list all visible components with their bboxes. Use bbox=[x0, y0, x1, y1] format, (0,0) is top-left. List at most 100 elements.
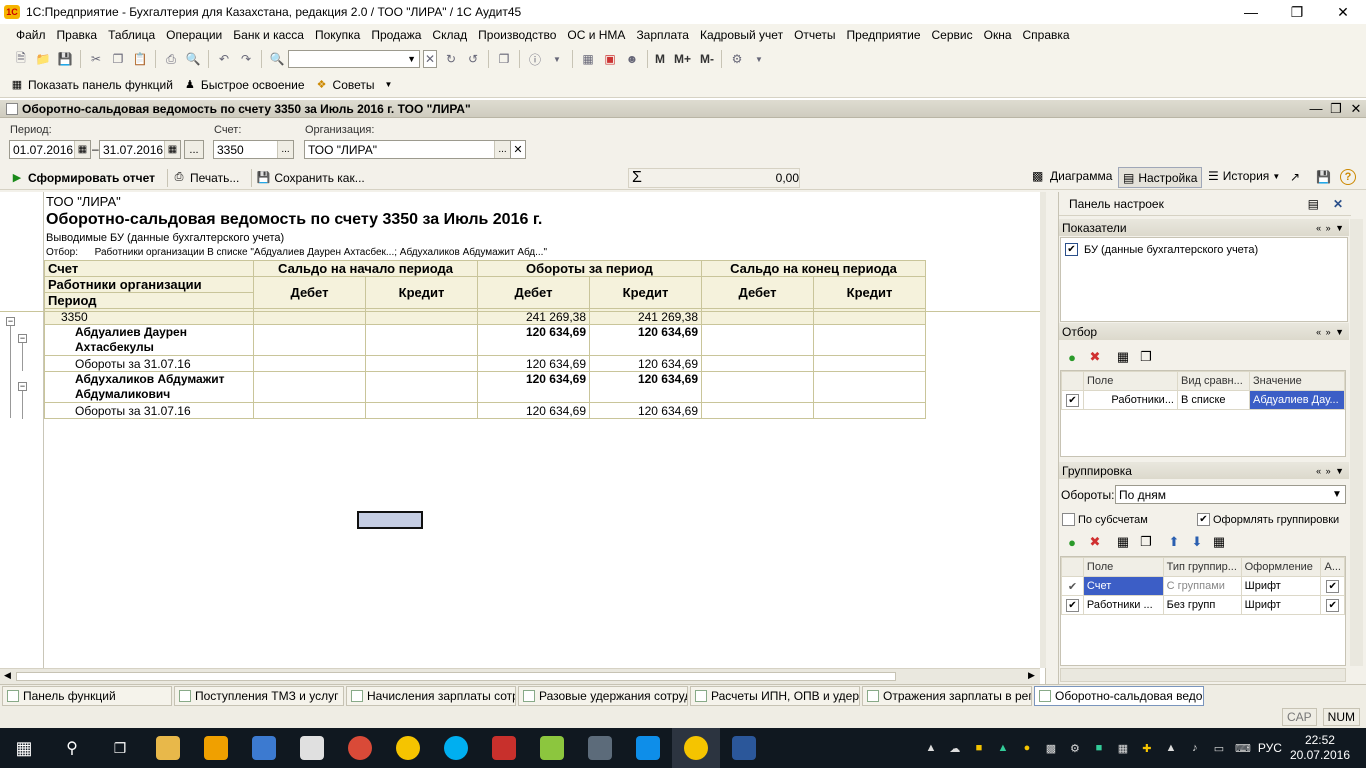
scroll-right-icon[interactable]: ▶ bbox=[1028, 670, 1035, 681]
menu-bank[interactable]: Банк и касса bbox=[233, 28, 304, 42]
turnovers-select[interactable]: По дням ▼ bbox=[1115, 485, 1346, 504]
tools-icon[interactable]: ⚙ bbox=[729, 51, 745, 67]
print-icon[interactable]: ⎙ bbox=[163, 51, 179, 67]
menu-hr[interactable]: Кадровый учет bbox=[700, 28, 783, 42]
horizontal-scrollbar[interactable]: ◀ ▶ bbox=[0, 668, 1040, 684]
format-groups-checkbox[interactable]: ✔ bbox=[1197, 513, 1210, 526]
delete-icon[interactable]: ✖ bbox=[1087, 349, 1103, 365]
selected-cell[interactable] bbox=[357, 511, 423, 529]
calendar-icon[interactable]: ▦ bbox=[164, 141, 180, 158]
tray-icon[interactable]: ☁ bbox=[946, 739, 964, 757]
vertical-scrollbar[interactable] bbox=[1040, 192, 1046, 668]
account-select-button[interactable]: ... bbox=[277, 141, 293, 158]
chevron-down-icon[interactable]: ▼ bbox=[404, 54, 419, 64]
redo-icon[interactable]: ↷ bbox=[238, 51, 254, 67]
add-icon[interactable]: ● bbox=[1064, 534, 1080, 550]
tray-icon[interactable]: ■ bbox=[970, 739, 988, 757]
start-button[interactable]: ▦ bbox=[0, 728, 48, 768]
indicator-item[interactable]: ✔ БУ (данные бухгалтерского учета) bbox=[1061, 238, 1347, 256]
clock[interactable]: 22:52 20.07.2016 bbox=[1290, 733, 1350, 763]
menu-warehouse[interactable]: Склад bbox=[432, 28, 467, 42]
tray-icon[interactable]: ▲ bbox=[922, 739, 940, 757]
collapse-arrows-icon[interactable]: « » ▼ bbox=[1316, 466, 1349, 476]
tray-icon[interactable]: ● bbox=[1018, 739, 1036, 757]
tray-icon[interactable]: ✚ bbox=[1138, 739, 1156, 757]
restore-button[interactable]: ❐ bbox=[1274, 0, 1320, 24]
tab-salary-reflection[interactable]: Отражения зарплаты в рег... bbox=[862, 685, 1032, 706]
tab-functions-panel[interactable]: Панель функций bbox=[2, 685, 172, 706]
calendar-icon[interactable]: ▦ bbox=[74, 141, 90, 158]
taskbar-app-red[interactable] bbox=[480, 728, 528, 768]
new-document-icon[interactable]: 🗎 bbox=[13, 51, 29, 67]
scrollbar-thumb[interactable] bbox=[16, 672, 896, 681]
table-row[interactable]: Абдухаликов Абдумажит Абдумаликович 120 … bbox=[44, 371, 926, 403]
panel-vertical-scrollbar[interactable] bbox=[1350, 219, 1363, 666]
save-icon[interactable]: 💾 bbox=[57, 51, 73, 67]
chevron-down-icon[interactable]: ▼ bbox=[1329, 486, 1345, 503]
paste-icon[interactable]: 📋 bbox=[132, 51, 148, 67]
close-icon[interactable]: ✕ bbox=[1333, 197, 1343, 211]
collapse-arrows-icon[interactable]: « » ▼ bbox=[1316, 327, 1349, 337]
collapse-group-icon[interactable]: − bbox=[18, 334, 27, 343]
menu-operations[interactable]: Операции bbox=[166, 28, 222, 42]
grouping-section-header[interactable]: Группировка « » ▼ bbox=[1059, 462, 1349, 479]
task-view-button[interactable]: ❐ bbox=[96, 728, 144, 768]
save-settings-icon[interactable]: 💾 bbox=[1316, 170, 1331, 184]
print-preview-icon[interactable]: 🔍 bbox=[185, 51, 201, 67]
table-row[interactable]: ✔ Работники... В списке Абдуалиев Дау... bbox=[1061, 390, 1345, 410]
select-all-icon[interactable]: ▦ bbox=[1115, 349, 1131, 365]
taskbar-explorer[interactable] bbox=[144, 728, 192, 768]
open-folder-icon[interactable]: 📁 bbox=[35, 51, 51, 67]
close-button[interactable]: ✕ bbox=[1320, 0, 1366, 24]
copy-icon[interactable]: ❐ bbox=[110, 51, 126, 67]
table-row[interactable]: ✔ Работники ... Без групп Шрифт ✔ bbox=[1061, 595, 1345, 615]
collapse-arrows-icon[interactable]: « » ▼ bbox=[1316, 223, 1349, 233]
chevron-down-icon[interactable]: ▼ bbox=[751, 51, 767, 67]
search-button[interactable]: ⚲ bbox=[48, 728, 96, 768]
filter-checkbox[interactable]: ✔ bbox=[1061, 390, 1084, 410]
search-input[interactable]: ▼ bbox=[288, 50, 420, 68]
checkbox-checked-icon[interactable]: ✔ bbox=[1326, 598, 1340, 612]
taskbar-chrome[interactable] bbox=[336, 728, 384, 768]
tips-button[interactable]: ❖ Советы ▼ bbox=[315, 78, 393, 92]
chevron-down-icon[interactable]: ▼ bbox=[385, 80, 393, 89]
tray-icon[interactable]: ⚙ bbox=[1066, 739, 1084, 757]
tab-deductions[interactable]: Разовые удержания сотруд... bbox=[518, 685, 688, 706]
organization-field[interactable]: ТОО "ЛИРА" ... bbox=[304, 140, 511, 159]
calculator-icon[interactable]: ▦ bbox=[580, 51, 596, 67]
memory-store-button[interactable]: M bbox=[655, 51, 665, 67]
settings-button[interactable]: ▤ Настройка bbox=[1118, 167, 1203, 188]
cut-icon[interactable]: ✂ bbox=[88, 51, 104, 67]
print-button[interactable]: ⎙ Печать... bbox=[172, 171, 240, 185]
tray-icon[interactable]: ▦ bbox=[1114, 739, 1132, 757]
copy-icon[interactable]: ❐ bbox=[1138, 349, 1154, 365]
tab-turnover-report[interactable]: Оборотно-сальдовая ведом... bbox=[1034, 685, 1204, 706]
indicator-checkbox[interactable]: ✔ bbox=[1065, 243, 1078, 256]
help-icon[interactable]: ? bbox=[1340, 169, 1356, 185]
windows-icon[interactable]: ❐ bbox=[496, 51, 512, 67]
subaccounts-checkbox[interactable] bbox=[1062, 513, 1075, 526]
organization-clear-icon[interactable]: ✕ bbox=[510, 140, 526, 159]
checkbox-checked-icon[interactable]: ✔ bbox=[1065, 598, 1079, 612]
copy-icon[interactable]: ❐ bbox=[1138, 534, 1154, 550]
generate-report-button[interactable]: ▶ Сформировать отчет bbox=[10, 171, 155, 185]
tab-receipts[interactable]: Поступления ТМЗ и услуг bbox=[174, 685, 344, 706]
checkbox-checked-icon[interactable]: ✔ bbox=[1066, 393, 1079, 407]
collapse-group-icon[interactable]: − bbox=[18, 382, 27, 391]
memory-subtract-button[interactable]: M- bbox=[700, 51, 714, 67]
find-next-icon[interactable]: ↻ bbox=[443, 51, 459, 67]
close-icon[interactable]: ✕ bbox=[1346, 101, 1366, 117]
taskbar-skype[interactable] bbox=[432, 728, 480, 768]
menu-purchase[interactable]: Покупка bbox=[315, 28, 360, 42]
checkmark-icon[interactable]: ✔ bbox=[1061, 576, 1084, 596]
menu-reports[interactable]: Отчеты bbox=[794, 28, 835, 42]
group-auto-checkbox[interactable]: ✔ bbox=[1320, 576, 1345, 596]
menu-enterprise[interactable]: Предприятие bbox=[847, 28, 921, 42]
save-as-button[interactable]: 💾 Сохранить как... bbox=[256, 171, 364, 185]
menu-salary[interactable]: Зарплата bbox=[636, 28, 689, 42]
minimize-button[interactable]: — bbox=[1228, 0, 1274, 24]
undo-icon[interactable]: ↶ bbox=[216, 51, 232, 67]
taskbar-media[interactable] bbox=[240, 728, 288, 768]
sort-icon[interactable]: ▦ bbox=[1211, 534, 1227, 550]
tray-icon[interactable]: ▲ bbox=[994, 739, 1012, 757]
